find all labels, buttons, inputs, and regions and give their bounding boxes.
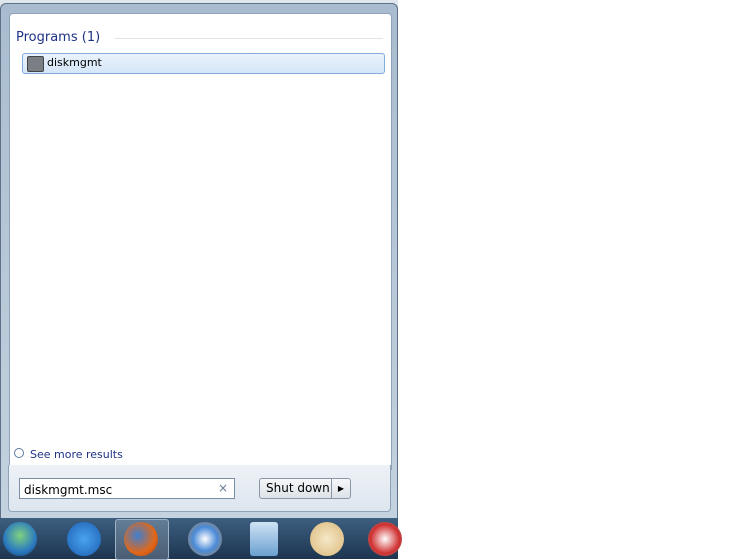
start-menu-bottom: × Shut down ▶ [8,465,391,512]
search-box[interactable]: × [19,478,235,499]
see-more-results-link[interactable]: See more results [14,448,123,461]
disk-management-icon [27,56,44,72]
see-more-label: See more results [30,448,123,461]
section-divider [114,38,383,39]
internet-explorer-icon[interactable] [67,522,101,556]
search-icon [14,448,24,458]
shut-down-button[interactable]: Shut down ▶ [259,478,351,499]
calculator-icon[interactable] [250,522,278,556]
search-results-panel: Programs (1) diskmgmt See more results [9,13,392,470]
safari-icon[interactable] [188,522,222,556]
clear-search-icon[interactable]: × [218,481,228,495]
start-menu: Programs (1) diskmgmt See more results [0,3,398,521]
result-item-diskmgmt[interactable]: diskmgmt [22,53,385,74]
snipping-tool-icon[interactable] [368,522,402,556]
shut-down-label: Shut down [266,481,330,495]
paint-icon[interactable] [310,522,344,556]
programs-section-title: Programs (1) [16,30,101,45]
firefox-icon[interactable] [124,522,158,556]
taskbar [0,518,402,560]
search-input[interactable] [20,481,213,499]
start-orb-icon[interactable] [3,522,37,556]
power-options-arrow-icon[interactable]: ▶ [331,479,350,498]
result-label: diskmgmt [47,56,102,69]
